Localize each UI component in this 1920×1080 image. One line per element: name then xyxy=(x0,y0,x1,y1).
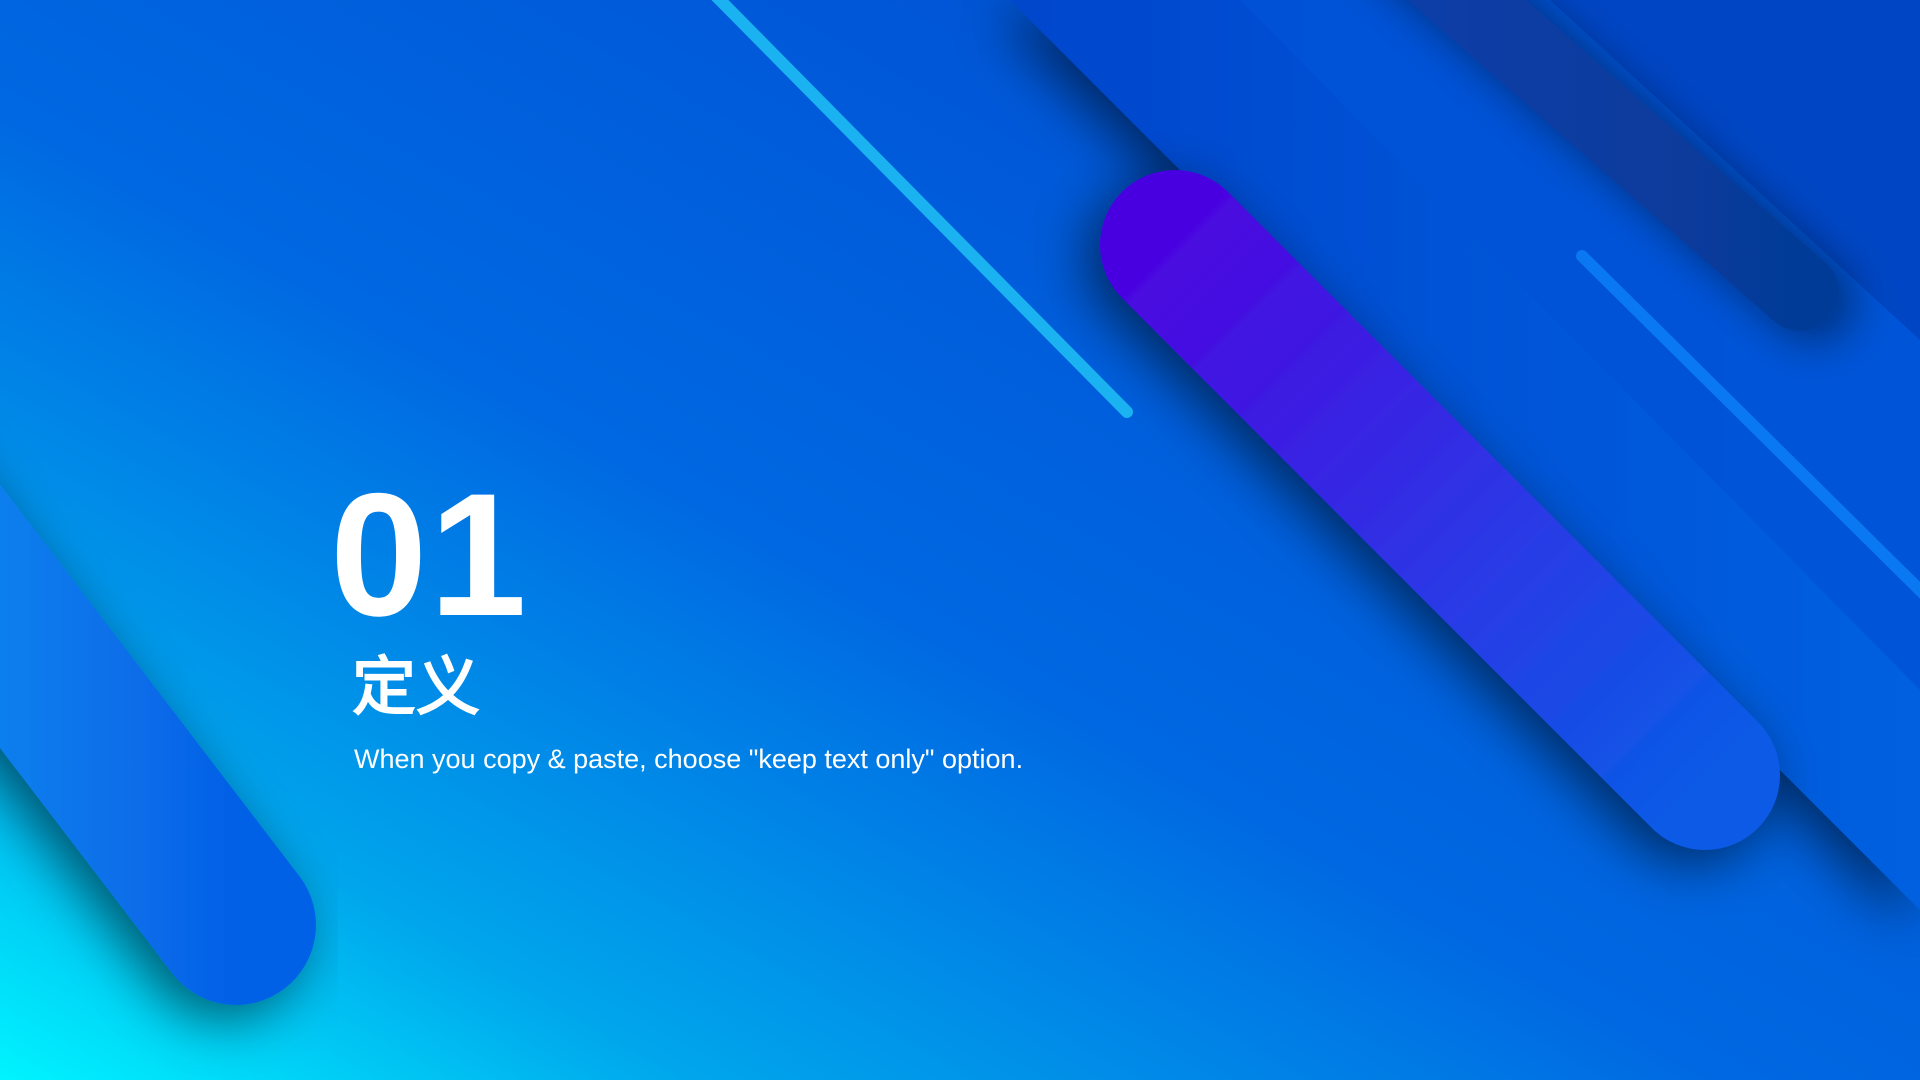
slide: 01 定义 When you copy & paste, choose "kee… xyxy=(0,0,1920,1080)
section-subtitle: When you copy & paste, choose "keep text… xyxy=(354,744,1024,774)
section-number: 01 xyxy=(330,458,529,653)
section-title: 定义 xyxy=(352,651,480,723)
background-graphics xyxy=(0,0,1920,1080)
